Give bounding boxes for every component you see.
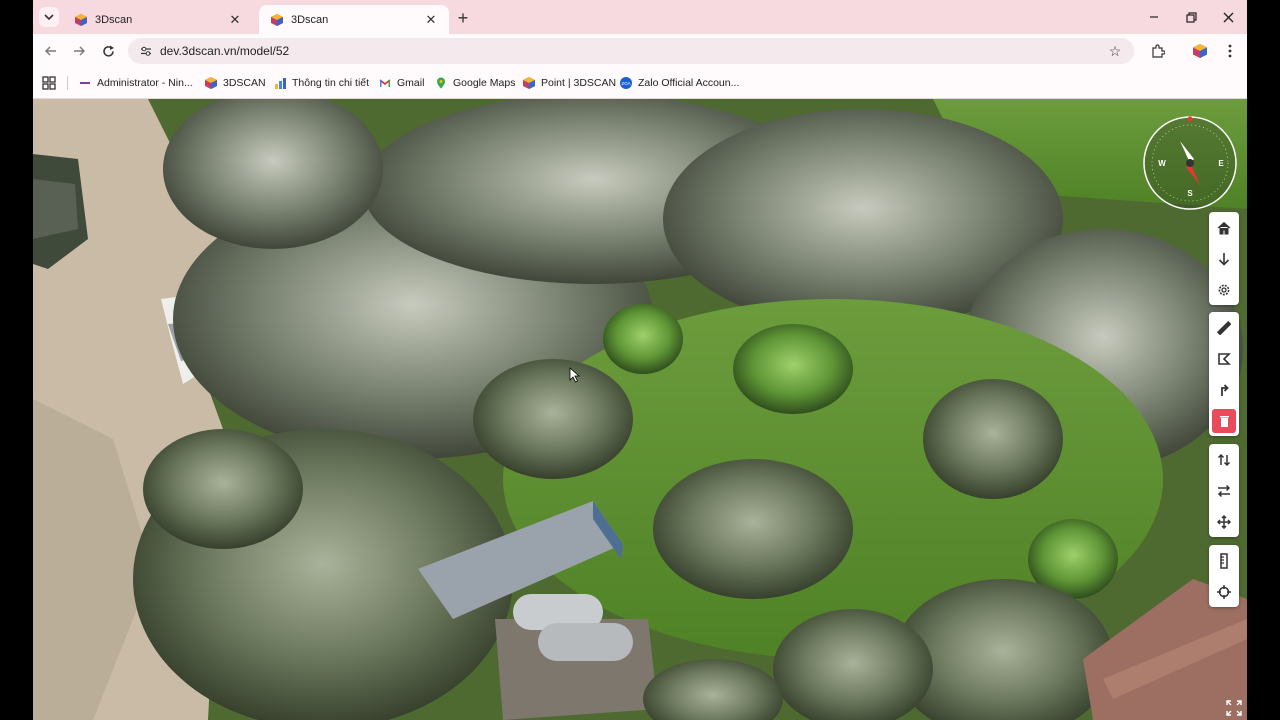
tool-group-transform [1209,444,1239,537]
gmail-icon [379,79,391,87]
bookmark-label: Point | 3DSCAN [541,77,617,89]
close-icon [1223,12,1233,22]
new-tab-button[interactable]: + [453,8,473,28]
address-bar[interactable]: dev.3dscan.vn/model/52 ☆ [128,38,1134,64]
bookmark-label: Thông tin chi tiết [292,77,370,89]
reload-icon [102,45,114,57]
tab-strip: 3Dscan ✕ 3Dscan ✕ + [33,0,1247,34]
close-window-button[interactable] [1217,6,1239,28]
3dscan-favicon-icon [75,13,87,26]
aerial-scan-scene [33,99,1247,720]
bookmark-thong-tin[interactable]: Thông tin chi tiết [274,75,369,91]
restore-button[interactable] [1180,6,1202,28]
arrow-left-icon [45,46,56,56]
bookmark-administrator[interactable]: Administrator - Nin... [79,75,193,91]
move-icon[interactable] [1209,506,1239,537]
scale-bar-icon[interactable] [1209,545,1239,576]
home-icon[interactable] [1209,212,1239,243]
bookmark-label: Google Maps [453,77,516,89]
site-settings-icon[interactable] [138,43,154,59]
svg-text:ZOA: ZOA [621,81,630,86]
url-text: dev.3dscan.vn/model/52 [160,44,290,58]
tab-title: 3Dscan [291,13,329,26]
apps-grid-icon[interactable] [41,75,57,91]
profile-avatar[interactable] [1189,40,1211,62]
bookmark-label: Administrator - Nin... [97,77,193,89]
mouse-cursor-icon [569,367,581,383]
maps-pin-icon [437,77,445,89]
bookmark-gmail[interactable]: Gmail [379,75,424,91]
compass-south-label: S [1187,189,1193,198]
3dscan-icon [523,77,535,89]
crosshair-icon[interactable] [1209,576,1239,607]
vertical-arrows-icon[interactable] [1209,444,1239,475]
restore-icon [1185,11,1197,23]
compass-widget[interactable]: N E S W [1143,116,1237,210]
compass-west-label: W [1158,159,1166,168]
tab-title: 3Dscan [95,13,133,26]
bookmark-label: Zalo Official Accoun... [638,77,740,89]
zalo-icon: ZOA [620,77,632,89]
tool-group-view [1209,212,1239,305]
menu-kebab-icon[interactable] [1219,40,1241,62]
close-tab-icon[interactable]: ✕ [227,12,243,28]
model-viewport[interactable]: N E S W [33,99,1247,720]
browser-toolbar: dev.3dscan.vn/model/52 ☆ [33,34,1247,68]
bookmark-star-icon[interactable]: ☆ [1106,42,1124,60]
tab-3dscan-2[interactable]: 3Dscan ✕ [259,5,449,34]
back-button[interactable] [40,40,62,62]
tab-3dscan-1[interactable]: 3Dscan ✕ [63,5,253,34]
tool-group-measure [1209,312,1239,436]
arrow-down-icon[interactable] [1209,243,1239,274]
tool-group-extra [1209,545,1239,607]
ruler-icon[interactable] [1209,312,1239,343]
bookmark-3dscan[interactable]: 3DSCAN [205,75,266,91]
gear-icon[interactable] [1209,274,1239,305]
trash-icon[interactable] [1209,405,1239,436]
polygon-icon[interactable] [1209,343,1239,374]
3dscan-icon [205,77,217,89]
minimize-button[interactable] [1143,6,1165,28]
forward-button[interactable] [68,40,90,62]
tab-search-button[interactable] [39,7,59,27]
chart-icon [275,78,286,89]
reload-button[interactable] [97,40,119,62]
3dscan-favicon-icon [271,13,283,26]
bookmark-point-3dscan[interactable]: Point | 3DSCAN [523,75,616,91]
horizontal-arrows-icon[interactable] [1209,475,1239,506]
bookmark-label: 3DSCAN [223,77,266,89]
bookmark-label: Gmail [397,77,425,89]
browser-window: 3Dscan ✕ 3Dscan ✕ + dev.3dscan.vn/model/… [33,0,1247,720]
admin-icon [80,82,90,84]
extensions-icon[interactable] [1147,40,1169,62]
fullscreen-icon[interactable] [1223,697,1245,719]
close-tab-icon[interactable]: ✕ [423,12,439,28]
bookmark-zalo[interactable]: ZOA Zalo Official Accoun... [620,75,739,91]
bookmarks-divider [67,76,68,90]
minimize-icon [1150,16,1158,18]
arrow-right-icon [74,46,85,56]
arrow-up-icon[interactable] [1209,374,1239,405]
compass-east-label: E [1218,159,1224,168]
bookmarks-bar: Administrator - Nin... 3DSCAN Thông tin … [33,68,1247,99]
chevron-down-icon [44,14,54,21]
bookmark-google-maps[interactable]: Google Maps [435,75,515,91]
